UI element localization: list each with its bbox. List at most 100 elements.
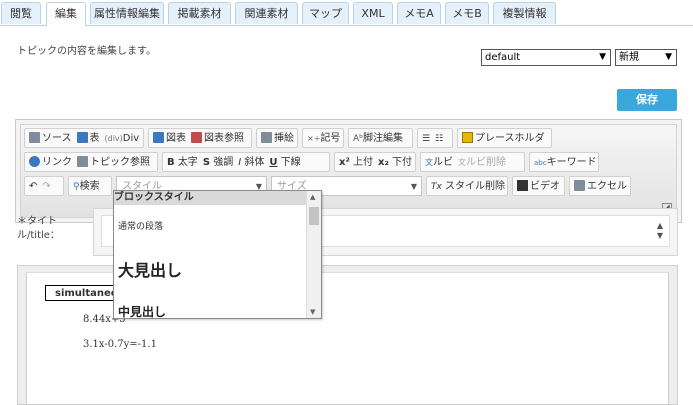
topic-ref-button[interactable]: トピック参照	[90, 157, 150, 168]
italic-icon: I	[238, 157, 242, 168]
figure-ref-button[interactable]: 図表参照	[204, 133, 244, 144]
tab-xml[interactable]: XML	[353, 2, 393, 24]
mode-select[interactable]: 新規 ▼	[615, 49, 677, 66]
toolbar-group-link: リンク トピック参照	[24, 152, 158, 172]
search-button[interactable]: ⚲検索	[68, 176, 112, 196]
redo-icon[interactable]: ↷	[42, 181, 50, 192]
ruby-delete-button[interactable]: ルビ削除	[466, 157, 506, 168]
keyword-button[interactable]: abcキーワード	[529, 152, 599, 172]
underline-icon: U	[269, 157, 278, 168]
bold-button[interactable]: 太字	[178, 157, 198, 168]
table-icon	[76, 132, 88, 143]
title-spinner-icon[interactable]: ▲ ▼	[657, 221, 663, 241]
div-button[interactable]: Div	[123, 133, 139, 144]
chevron-down-icon: ▼	[410, 182, 417, 191]
video-icon	[517, 180, 528, 191]
excel-icon	[574, 180, 585, 191]
edit-panel: トピックの内容を編集します。 default ▼ 新規 ▼ 保存 ソース 表 (div)…	[0, 25, 693, 405]
tab-view[interactable]: 閲覧	[1, 2, 41, 24]
tab-duplicate-info[interactable]: 複製情報	[493, 2, 556, 24]
topic-ref-icon	[77, 156, 88, 167]
figure-button[interactable]: 図表	[166, 133, 186, 144]
underline-button[interactable]: 下線	[281, 157, 301, 168]
tab-attribute-edit[interactable]: 属性情報編集	[90, 2, 164, 24]
toolbar-group-text-style: B 太字 S 強調 I 斜体 U 下線	[162, 152, 330, 172]
toolbar-group-script: x² 上付 x₂ 下付	[334, 152, 416, 172]
bold-icon: B	[167, 157, 175, 168]
table-button[interactable]: 表	[90, 133, 100, 144]
keyword-label: キーワード	[546, 157, 597, 168]
excel-label: エクセル	[587, 181, 627, 192]
symbol-label: 記号	[320, 133, 341, 144]
superscript-icon: x²	[339, 157, 350, 168]
toolbar-group-ruby: 文ルビ 文ルビ削除	[420, 152, 525, 172]
style-delete-button[interactable]: Tx スタイル削除	[426, 176, 508, 196]
style-dropdown: ブロックスタイル 通常の段落 大見出し 中見出し ▲ ▼	[113, 190, 322, 319]
template-select-value: default	[485, 52, 521, 63]
excel-button[interactable]: エクセル	[569, 176, 631, 196]
clear-format-icon: Tx	[431, 182, 442, 192]
superscript-button[interactable]: 上付	[353, 157, 373, 168]
tab-published-material[interactable]: 掲載素材	[168, 2, 231, 24]
tab-edit[interactable]: 編集	[46, 2, 86, 26]
chevron-down-icon: ▼	[665, 52, 672, 62]
illustration-button[interactable]: 挿絵	[256, 128, 298, 148]
style-option-h1[interactable]: 大見出し	[118, 257, 182, 281]
footnote-label: 脚注編集	[363, 133, 404, 144]
page-description: トピックの内容を編集します。	[17, 46, 156, 57]
tab-memo-b[interactable]: メモB	[445, 2, 489, 24]
symbol-button[interactable]: ×÷記号	[302, 128, 344, 148]
emphasis-button[interactable]: 強調	[213, 157, 233, 168]
scroll-down-icon[interactable]: ▼	[310, 308, 315, 316]
bullet-list-icon[interactable]: ☰	[422, 134, 430, 144]
toolbar-group-history: ↶ ↷	[24, 176, 64, 196]
footnote-icon: Aᵇ	[353, 134, 364, 144]
video-button[interactable]: ビデオ	[512, 176, 565, 196]
ruby-icon: 文	[425, 158, 433, 167]
scrollbar-thumb[interactable]	[309, 207, 319, 225]
figure-ref-icon	[191, 132, 202, 143]
template-select[interactable]: default ▼	[481, 49, 611, 66]
style-option-normal[interactable]: 通常の段落	[118, 219, 163, 232]
placeholder-icon	[462, 132, 473, 143]
style-delete-label: スタイル削除	[445, 181, 506, 192]
div-icon: (div)	[104, 134, 123, 143]
symbol-icon: ×÷	[307, 134, 321, 143]
chevron-down-icon: ▼	[599, 52, 606, 62]
toolbar-group-lists: ☰ ☷	[417, 128, 453, 148]
title-label: ＊タイトル/title：	[17, 216, 60, 241]
illustration-icon	[261, 132, 272, 143]
tab-bar: 閲覧 編集 属性情報編集 掲載素材 関連素材 マップ XML メモA メモB 複…	[0, 0, 693, 26]
tab-map[interactable]: マップ	[302, 2, 349, 24]
style-option-h2[interactable]: 中見出し	[118, 303, 166, 318]
tab-related-material[interactable]: 関連素材	[235, 2, 298, 24]
source-icon	[29, 132, 40, 143]
placeholder-label: プレースホルダ	[475, 133, 545, 144]
toolbar-group-figure: 図表 図表参照	[148, 128, 252, 148]
illustration-label: 挿絵	[274, 133, 294, 144]
ruby-button[interactable]: ルビ	[433, 157, 453, 168]
search-label: 検索	[79, 181, 100, 192]
undo-icon[interactable]: ↶	[29, 181, 37, 192]
scroll-up-icon[interactable]: ▲	[310, 193, 315, 201]
figure-icon	[153, 132, 164, 143]
tab-memo-a[interactable]: メモA	[397, 2, 441, 24]
placeholder-button[interactable]: プレースホルダ	[457, 128, 552, 148]
numbered-list-icon[interactable]: ☷	[435, 134, 443, 144]
source-button[interactable]: ソース	[42, 133, 72, 144]
link-icon	[29, 156, 40, 167]
video-label: ビデオ	[530, 181, 560, 192]
save-button[interactable]: 保存	[617, 89, 677, 111]
mode-select-value: 新規	[619, 52, 639, 63]
dropdown-scrollbar[interactable]: ▲ ▼	[306, 191, 321, 318]
dropdown-header: ブロックスタイル	[114, 191, 307, 205]
ruby-delete-icon: 文	[458, 158, 466, 167]
toolbar-group-source: ソース 表 (div)Div	[24, 128, 144, 148]
link-button[interactable]: リンク	[42, 157, 72, 168]
footnote-button[interactable]: Aᵇ脚注編集	[348, 128, 413, 148]
subscript-button[interactable]: 下付	[392, 157, 412, 168]
keyword-icon: abc	[534, 159, 547, 167]
subscript-icon: x₂	[378, 157, 389, 168]
italic-button[interactable]: 斜体	[244, 157, 264, 168]
emphasis-icon: S	[202, 157, 211, 168]
